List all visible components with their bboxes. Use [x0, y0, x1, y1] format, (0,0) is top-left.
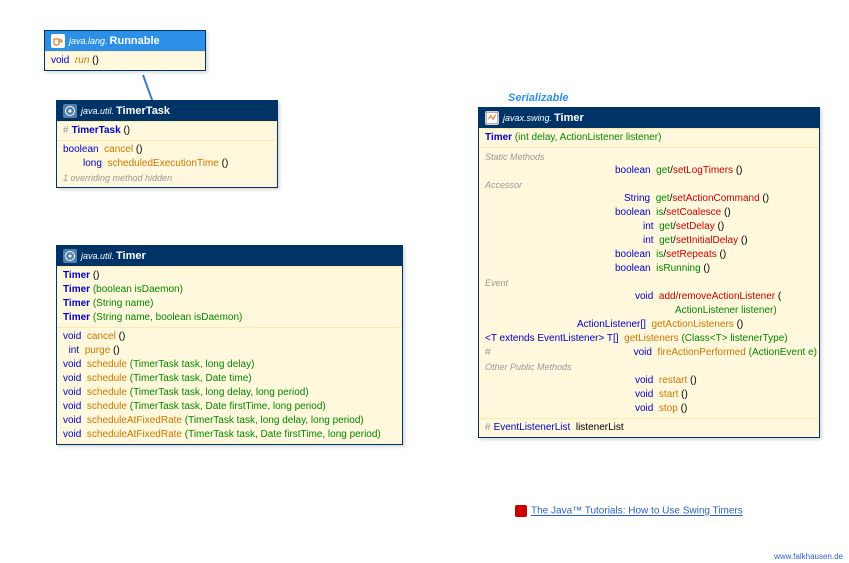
- gear-icon: [63, 104, 77, 118]
- class-name: Timer: [116, 250, 146, 262]
- section-label: Event: [485, 276, 813, 290]
- class-header: java.util.TimerTask: [57, 101, 277, 121]
- class-timertask: java.util.TimerTask #TimerTask () boolea…: [56, 100, 278, 188]
- class-header: java.util.Timer: [57, 246, 402, 266]
- section-label: Accessor: [485, 178, 813, 192]
- section-label: Static Methods: [485, 150, 813, 164]
- package-label: javax.swing.: [503, 113, 552, 123]
- class-header: javax.swing.Timer: [479, 108, 819, 128]
- class-header: java.lang.Runnable: [45, 31, 205, 51]
- cup-icon: [51, 34, 65, 48]
- class-name: Timer: [554, 112, 584, 124]
- class-util-timer: java.util.Timer Timer () Timer (boolean …: [56, 245, 403, 445]
- attribution-link[interactable]: www.falkhausen.de: [774, 552, 843, 561]
- method-section: void run (): [45, 51, 205, 70]
- gear-icon: [63, 249, 77, 263]
- java-icon: [485, 111, 499, 125]
- interface-serializable: Serializable: [508, 92, 569, 104]
- package-label: java.util.: [81, 251, 114, 261]
- class-runnable: java.lang.Runnable void run (): [44, 30, 206, 71]
- package-label: java.util.: [81, 106, 114, 116]
- package-label: java.lang.: [69, 36, 108, 46]
- class-name: TimerTask: [116, 105, 170, 117]
- class-name: Runnable: [110, 35, 160, 47]
- section-label: Other Public Methods: [485, 360, 813, 374]
- class-swing-timer: javax.swing.Timer Timer (int delay, Acti…: [478, 107, 820, 438]
- oracle-icon: [515, 505, 527, 517]
- hidden-note: 1 overriding method hidden: [63, 171, 271, 185]
- tutorial-link[interactable]: The Java™ Tutorials: How to Use Swing Ti…: [515, 505, 743, 517]
